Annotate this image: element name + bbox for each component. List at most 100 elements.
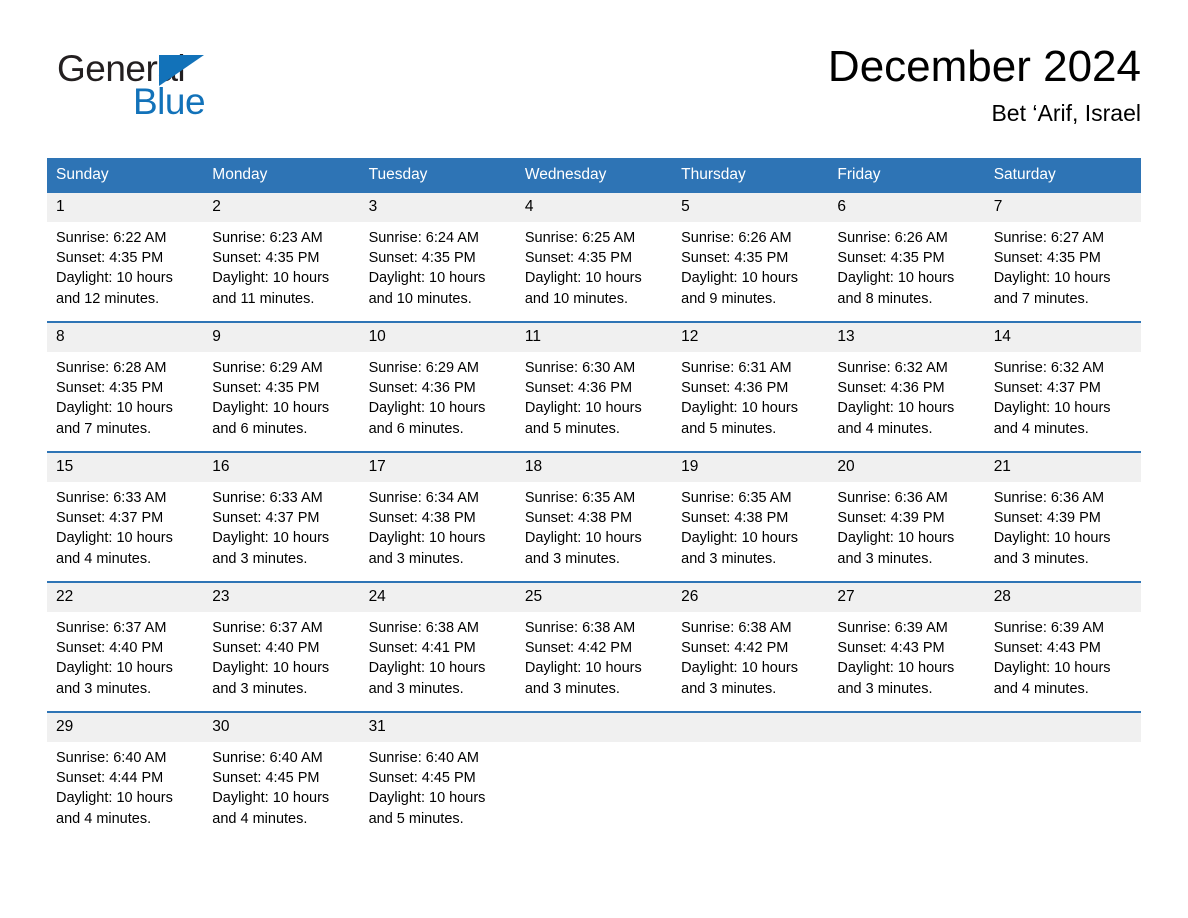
sunrise-text: Sunrise: 6:26 AM (837, 230, 948, 246)
weekday-header-thursday: Thursday (672, 158, 829, 193)
day-number: 16 (203, 453, 360, 482)
calendar-day-cell[interactable]: 1 Sunrise: 6:22 AM Sunset: 4:35 PM Daylight… (47, 193, 204, 322)
day-details: Sunrise: 6:36 AM Sunset: 4:39 PM Daylight:… (828, 482, 984, 577)
day-number: 29 (47, 713, 204, 742)
sunset-text: Sunset: 4:38 PM (368, 510, 476, 527)
calendar-day-cell[interactable]: 6 Sunrise: 6:26 AM Sunset: 4:35 PM Daylight… (828, 193, 985, 322)
calendar-day-cell[interactable]: 12 Sunrise: 6:31 AM Sunset: 4:36 PM Dayligh… (672, 321, 829, 452)
calendar-week-row: 29 Sunrise: 6:40 AM Sunset: 4:44 PM Dayligh… (47, 711, 1141, 837)
calendar-day-cell[interactable]: 25 Sunrise: 6:38 AM Sunset: 4:42 PM Dayligh… (515, 581, 673, 712)
calendar-day-cell[interactable]: 22 Sunrise: 6:37 AM Sunset: 4:40 PM Dayligh… (47, 581, 204, 712)
daylight-text: Daylight: 10 hours and 7 minutes. (993, 270, 1111, 307)
daylight-text: Daylight: 10 hours and 11 minutes. (212, 270, 330, 307)
day-details: Sunrise: 6:35 AM Sunset: 4:38 PM Daylight:… (516, 482, 672, 577)
calendar-day-cell[interactable]: 29 Sunrise: 6:40 AM Sunset: 4:44 PM Dayligh… (47, 711, 204, 837)
sunrise-text: Sunrise: 6:38 AM (681, 620, 792, 636)
sunset-text: Sunset: 4:44 PM (56, 770, 164, 787)
day-number: 18 (515, 453, 673, 482)
calendar-day-cell[interactable]: 28 Sunrise: 6:39 AM Sunset: 4:43 PM Dayligh… (984, 581, 1141, 712)
calendar-week-row: 8 Sunrise: 6:28 AM Sunset: 4:35 PM Daylight… (47, 321, 1141, 452)
calendar-day-cell[interactable]: 2 Sunrise: 6:23 AM Sunset: 4:35 PM Daylight… (203, 193, 360, 322)
daylight-text: Daylight: 10 hours and 4 minutes. (56, 790, 173, 827)
day-number (515, 713, 673, 742)
calendar-day-cell[interactable]: 13 Sunrise: 6:32 AM Sunset: 4:36 PM Dayligh… (828, 321, 985, 452)
calendar-day-cell[interactable]: 23 Sunrise: 6:37 AM Sunset: 4:40 PM Dayligh… (203, 581, 360, 712)
day-number: 21 (984, 453, 1141, 482)
sunset-text: Sunset: 4:38 PM (681, 510, 789, 527)
weekday-header-monday: Monday (203, 158, 360, 193)
daylight-text: Daylight: 10 hours and 4 minutes. (212, 790, 330, 827)
calendar-day-cell[interactable]: 11 Sunrise: 6:30 AM Sunset: 4:36 PM Dayligh… (515, 321, 673, 452)
daylight-text: Daylight: 10 hours and 4 minutes. (993, 400, 1111, 437)
weekday-header-tuesday: Tuesday (359, 158, 516, 193)
daylight-text: Daylight: 10 hours and 3 minutes. (368, 660, 486, 697)
weekday-header-saturday: Saturday (984, 158, 1141, 193)
calendar-day-cell[interactable]: 18 Sunrise: 6:35 AM Sunset: 4:38 PM Dayligh… (515, 451, 673, 582)
sunset-text: Sunset: 4:36 PM (524, 380, 633, 397)
daylight-text: Daylight: 10 hours and 4 minutes. (56, 530, 173, 567)
day-number: 25 (515, 583, 673, 612)
day-number: 3 (359, 193, 516, 222)
day-number: 4 (515, 193, 673, 222)
calendar-day-cell[interactable]: 27 Sunrise: 6:39 AM Sunset: 4:43 PM Dayligh… (828, 581, 985, 712)
sunset-text: Sunset: 4:35 PM (993, 250, 1101, 267)
day-details: Sunrise: 6:33 AM Sunset: 4:37 PM Daylight:… (47, 482, 203, 577)
calendar-day-cell[interactable]: 31 Sunrise: 6:40 AM Sunset: 4:45 PM Dayligh… (359, 711, 516, 837)
daylight-text: Daylight: 10 hours and 3 minutes. (993, 530, 1111, 567)
calendar-day-cell[interactable]: 5 Sunrise: 6:26 AM Sunset: 4:35 PM Daylight… (672, 193, 829, 322)
calendar-day-cell[interactable]: 30 Sunrise: 6:40 AM Sunset: 4:45 PM Dayligh… (203, 711, 360, 837)
calendar-day-cell[interactable]: 10 Sunrise: 6:29 AM Sunset: 4:36 PM Dayligh… (359, 321, 516, 452)
day-number: 27 (828, 583, 985, 612)
calendar-day-cell[interactable]: 24 Sunrise: 6:38 AM Sunset: 4:41 PM Dayligh… (359, 581, 516, 712)
sunrise-text: Sunrise: 6:25 AM (524, 230, 636, 246)
day-details: Sunrise: 6:31 AM Sunset: 4:36 PM Daylight:… (672, 352, 828, 447)
sunrise-text: Sunrise: 6:35 AM (681, 490, 792, 506)
daylight-text: Daylight: 10 hours and 10 minutes. (524, 270, 642, 307)
calendar-day-cell[interactable]: 26 Sunrise: 6:38 AM Sunset: 4:42 PM Dayligh… (672, 581, 829, 712)
sunrise-text: Sunrise: 6:37 AM (212, 620, 323, 636)
calendar-day-cell[interactable]: 20 Sunrise: 6:36 AM Sunset: 4:39 PM Dayligh… (828, 451, 985, 582)
day-number: 2 (203, 193, 360, 222)
sunrise-text: Sunrise: 6:39 AM (993, 620, 1105, 636)
sunset-text: Sunset: 4:35 PM (368, 250, 476, 267)
title-block: December 2024 Bet ‘Arif, Israel (828, 40, 1141, 128)
calendar-day-cell[interactable]: 4 Sunrise: 6:25 AM Sunset: 4:35 PM Daylight… (515, 193, 673, 322)
sunset-text: Sunset: 4:42 PM (524, 640, 633, 657)
day-number: 23 (203, 583, 360, 612)
daylight-text: Daylight: 10 hours and 8 minutes. (837, 270, 955, 307)
sunset-text: Sunset: 4:38 PM (524, 510, 633, 527)
daylight-text: Daylight: 10 hours and 6 minutes. (368, 400, 486, 437)
daylight-text: Daylight: 10 hours and 3 minutes. (56, 660, 173, 697)
day-number: 15 (47, 453, 204, 482)
day-number: 30 (203, 713, 360, 742)
sunrise-text: Sunrise: 6:38 AM (524, 620, 636, 636)
day-details: Sunrise: 6:29 AM Sunset: 4:35 PM Daylight:… (203, 352, 359, 447)
calendar-day-cell[interactable]: 14 Sunrise: 6:32 AM Sunset: 4:37 PM Dayligh… (984, 321, 1141, 452)
calendar-day-cell[interactable]: 19 Sunrise: 6:35 AM Sunset: 4:38 PM Dayligh… (672, 451, 829, 582)
daylight-text: Daylight: 10 hours and 7 minutes. (56, 400, 173, 437)
calendar-week-row: 22 Sunrise: 6:37 AM Sunset: 4:40 PM Dayligh… (47, 581, 1141, 712)
calendar-day-cell[interactable]: 16 Sunrise: 6:33 AM Sunset: 4:37 PM Dayligh… (203, 451, 360, 582)
sunset-text: Sunset: 4:35 PM (837, 250, 945, 267)
day-number: 12 (672, 323, 829, 352)
day-details (985, 742, 1141, 756)
day-details (672, 742, 828, 756)
sunrise-text: Sunrise: 6:28 AM (56, 360, 167, 376)
calendar-day-cell[interactable]: 17 Sunrise: 6:34 AM Sunset: 4:38 PM Dayligh… (359, 451, 516, 582)
weekday-header-friday: Friday (828, 158, 985, 193)
calendar-day-cell[interactable]: 7 Sunrise: 6:27 AM Sunset: 4:35 PM Daylight… (984, 193, 1141, 322)
calendar-day-cell[interactable]: 8 Sunrise: 6:28 AM Sunset: 4:35 PM Daylight… (47, 321, 204, 452)
calendar-day-cell[interactable]: 15 Sunrise: 6:33 AM Sunset: 4:37 PM Dayligh… (47, 451, 204, 582)
location-subtitle: Bet ‘Arif, Israel (991, 100, 1141, 126)
calendar-day-cell[interactable]: 9 Sunrise: 6:29 AM Sunset: 4:35 PM Daylight… (203, 321, 360, 452)
calendar-table: Sunday Monday Tuesday Wednesday Thursday… (47, 158, 1141, 837)
calendar-day-cell[interactable]: 3 Sunrise: 6:24 AM Sunset: 4:35 PM Daylight… (359, 193, 516, 322)
calendar-body: 1 Sunrise: 6:22 AM Sunset: 4:35 PM Daylight… (47, 193, 1141, 837)
day-details: Sunrise: 6:40 AM Sunset: 4:44 PM Daylight:… (47, 742, 203, 837)
sunset-text: Sunset: 4:40 PM (212, 640, 320, 657)
calendar-day-cell[interactable]: 21 Sunrise: 6:36 AM Sunset: 4:39 PM Dayligh… (984, 451, 1141, 582)
sunset-text: Sunset: 4:35 PM (212, 250, 320, 267)
sunrise-text: Sunrise: 6:40 AM (56, 750, 167, 766)
calendar-week-row: 15 Sunrise: 6:33 AM Sunset: 4:37 PM Dayligh… (47, 451, 1141, 582)
daylight-text: Daylight: 10 hours and 3 minutes. (524, 660, 642, 697)
